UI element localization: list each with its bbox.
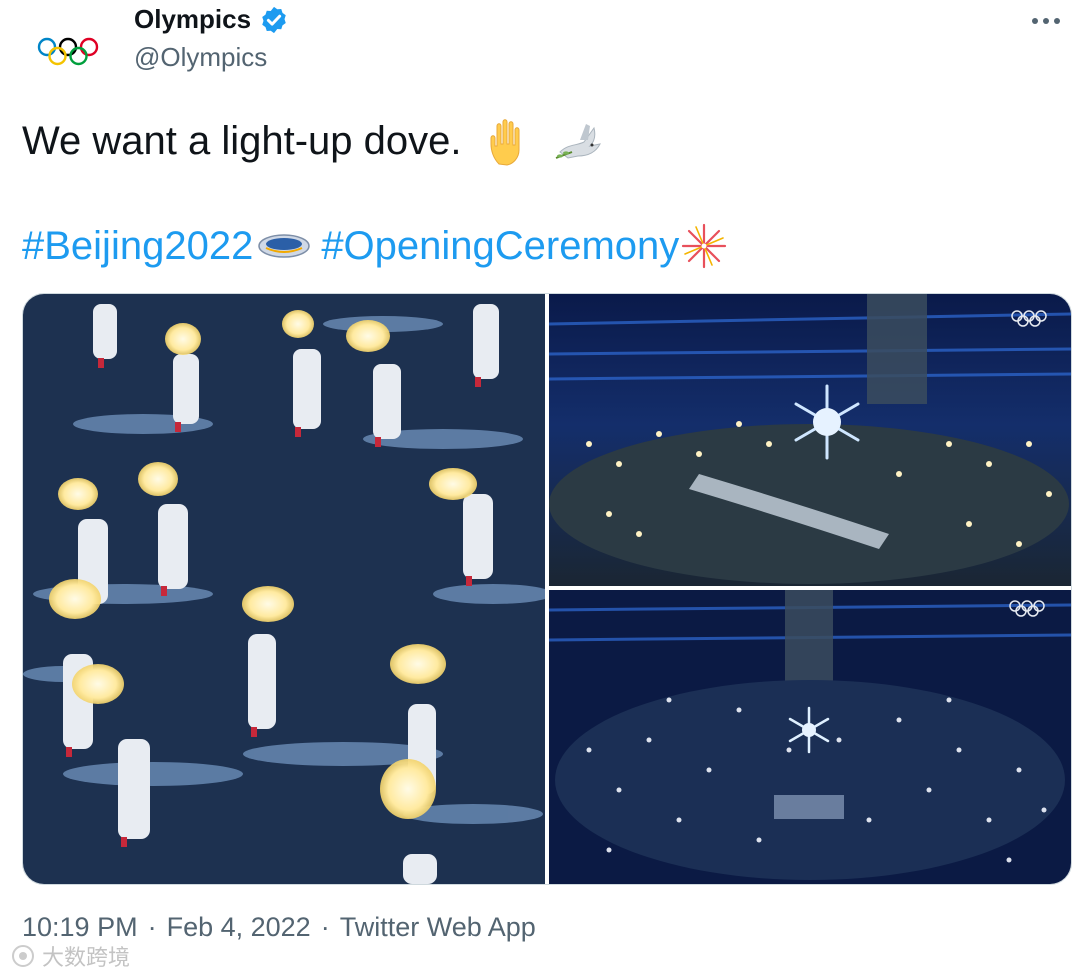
photo-dancers-doves[interactable] xyxy=(23,294,545,884)
meta-separator: · xyxy=(147,912,157,942)
tweet-text: We want a light-up dove. xyxy=(22,116,606,168)
hashtag-beijing2022[interactable]: #Beijing2022 xyxy=(22,220,253,272)
photo-stadium-snowflake[interactable] xyxy=(549,294,1071,586)
fireworks-icon xyxy=(682,223,727,269)
tweet-body: We want a light-up dove. xyxy=(22,119,462,163)
watermark-text: 大数跨境 xyxy=(42,945,131,970)
avatar[interactable] xyxy=(22,6,114,98)
tweet-time[interactable]: 10:19 PM xyxy=(22,912,138,943)
watermark-logo-icon xyxy=(12,945,34,967)
author-handle[interactable]: @Olympics xyxy=(134,42,267,73)
hashtag-openingceremony[interactable]: #OpeningCeremony xyxy=(321,220,679,272)
dove-icon xyxy=(555,124,601,160)
tweet-meta: 10:19 PM · Feb 4, 2022 · Twitter Web App xyxy=(22,912,536,943)
raised-hand-icon xyxy=(490,119,520,166)
tweet-source[interactable]: Twitter Web App xyxy=(340,912,536,943)
stadium-snowflake-photo xyxy=(549,294,1071,586)
more-options-button[interactable] xyxy=(1026,6,1066,36)
author-display-name[interactable]: Olympics xyxy=(134,4,251,35)
watermark: 大数跨境 xyxy=(10,940,130,972)
olympic-rings-icon xyxy=(37,37,99,66)
dancers-with-doves-photo xyxy=(23,294,545,884)
verified-badge-icon xyxy=(262,6,286,33)
media-grid xyxy=(22,293,1072,885)
meta-separator: · xyxy=(320,912,330,942)
stadium-crowd-photo xyxy=(549,590,1071,884)
more-dots-icon xyxy=(1032,18,1060,24)
photo-stadium-crowd[interactable] xyxy=(549,590,1071,884)
author-name-row[interactable]: Olympics xyxy=(134,4,289,35)
hashtag-row: #Beijing2022 #OpeningCeremony xyxy=(22,220,729,272)
beijing2022-flag-icon xyxy=(258,234,311,258)
tweet-date[interactable]: Feb 4, 2022 xyxy=(167,912,311,943)
